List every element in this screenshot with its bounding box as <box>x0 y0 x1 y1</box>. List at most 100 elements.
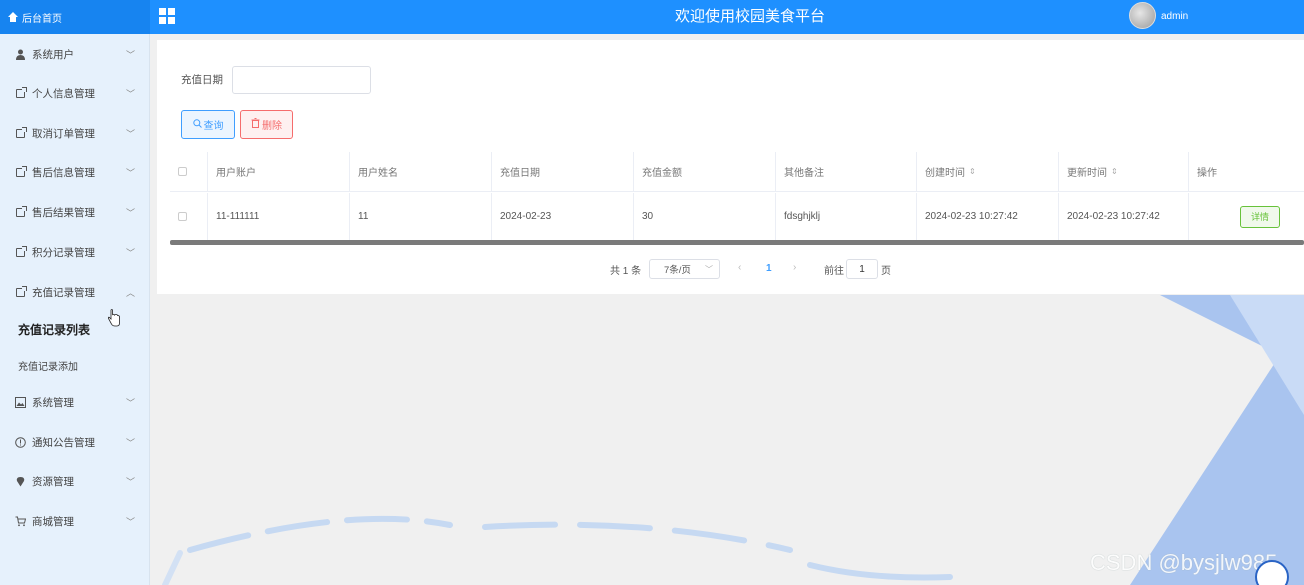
pagination-total: 共 1 条 <box>610 265 642 277</box>
hand-cursor-icon <box>107 309 120 327</box>
select-all-cell <box>170 152 208 191</box>
chevron-down-icon: ﹀ <box>125 438 135 448</box>
sidebar-item-aftersale-result[interactable]: 售后结果管理 ﹀ <box>0 197 150 227</box>
sidebar <box>0 34 150 585</box>
column-header-created[interactable]: 创建时间 ⇕ <box>917 152 1059 191</box>
cell-amount: 30 <box>634 193 776 240</box>
page-number-current[interactable]: 1 <box>766 263 772 274</box>
page-suffix-label: 页 <box>881 265 891 277</box>
column-header: 用户账户 <box>208 152 350 191</box>
row-select-cell <box>170 193 208 240</box>
goto-label: 前往 <box>824 265 844 277</box>
date-filter-label: 充值日期 <box>181 74 223 86</box>
cell-date: 2024-02-23 <box>492 193 634 240</box>
chevron-down-icon: ﹀ <box>125 129 135 139</box>
sidebar-item-label: 商城管理 <box>32 515 74 528</box>
sidebar-item-label: 系统管理 <box>32 396 74 409</box>
column-header-updated[interactable]: 更新时间 ⇕ <box>1059 152 1189 191</box>
sidebar-item-system-management[interactable]: 系统管理 ﹀ <box>0 387 150 417</box>
sort-icon[interactable]: ⇕ <box>969 167 976 176</box>
chevron-up-icon: ︿ <box>125 288 135 298</box>
sidebar-item-label: 售后结果管理 <box>32 206 95 219</box>
column-header: 充值金额 <box>634 152 776 191</box>
sidebar-item-cancel-orders[interactable]: 取消订单管理 ﹀ <box>0 118 150 148</box>
column-header: 充值日期 <box>492 152 634 191</box>
sidebar-item-resources[interactable]: 资源管理 ﹀ <box>0 466 150 496</box>
sidebar-item-label: 充值记录管理 <box>32 286 95 299</box>
avatar[interactable] <box>1129 2 1156 29</box>
sidebar-item-label: 资源管理 <box>32 475 74 488</box>
decorative-background <box>162 295 1304 585</box>
image-icon <box>15 396 26 408</box>
sort-icon[interactable]: ⇕ <box>1111 167 1118 176</box>
column-header-label: 更新时间 <box>1067 168 1107 179</box>
page-size-value: 7条/页 <box>664 265 691 276</box>
prev-page-button[interactable]: ‹ <box>738 262 741 273</box>
cell-updated: 2024-02-23 10:27:42 <box>1059 193 1189 240</box>
cell-created: 2024-02-23 10:27:42 <box>917 193 1059 240</box>
horizontal-scrollbar[interactable] <box>170 240 1304 245</box>
detail-button[interactable]: 详情 <box>1240 205 1280 228</box>
username[interactable]: admin <box>1161 0 1188 34</box>
sidebar-item-label: 系统用户 <box>32 48 74 61</box>
column-header: 操作 <box>1197 168 1217 179</box>
watermark-text: CSDN @bysjlw985 <box>1090 550 1278 575</box>
menu-grid-icon[interactable] <box>159 8 175 24</box>
sidebar-item-notices[interactable]: 通知公告管理 ﹀ <box>0 427 150 457</box>
chevron-down-icon: ﹀ <box>125 248 135 258</box>
sidebar-item-personal-info[interactable]: 个人信息管理 ﹀ <box>0 78 150 108</box>
cart-icon <box>15 516 26 527</box>
search-icon <box>192 118 202 131</box>
home-label: 后台首页 <box>22 13 62 25</box>
sidebar-item-aftersale-info[interactable]: 售后信息管理 ﹀ <box>0 157 150 187</box>
box-icon <box>15 86 27 99</box>
cell-actions: 详情 <box>1189 193 1304 240</box>
home-icon <box>8 12 18 22</box>
row-checkbox[interactable] <box>178 212 187 221</box>
sidebar-item-system-users[interactable]: 系统用户 ﹀ <box>0 39 150 69</box>
user-icon <box>15 49 26 60</box>
cell-account: 11-111111 <box>208 193 350 240</box>
date-filter-input[interactable] <box>232 66 371 94</box>
table-row: 11-111111 11 2024-02-23 30 fdsghjklj 202… <box>170 193 1304 240</box>
chevron-down-icon: ﹀ <box>125 517 135 527</box>
chevron-down-icon: ﹀ <box>125 89 135 99</box>
sidebar-item-label: 个人信息管理 <box>32 87 95 100</box>
column-header-label: 创建时间 <box>925 168 965 179</box>
sidebar-subitem-label: 充值记录列表 <box>18 322 91 337</box>
chevron-down-icon: ﹀ <box>705 265 713 274</box>
sidebar-subitem-label: 充值记录添加 <box>18 361 78 373</box>
location-icon <box>15 476 26 487</box>
recharge-table: 用户账户 用户姓名 充值日期 充值金额 其他备注 创建时间 ⇕ 更新时间 ⇕ 操作 … <box>170 152 1304 242</box>
chevron-down-icon: ﹀ <box>125 398 135 408</box>
page-title: 欢迎使用校园美食平台 <box>674 8 825 25</box>
home-link[interactable]: 后台首页 <box>0 0 150 34</box>
info-icon <box>15 436 26 448</box>
box-icon <box>15 205 27 218</box>
page-size-select[interactable]: 7条/页 ﹀ <box>649 259 720 279</box>
sidebar-item-label: 积分记录管理 <box>32 246 95 259</box>
delete-button[interactable]: 删除 <box>240 110 293 139</box>
column-header: 用户姓名 <box>350 152 492 191</box>
sidebar-item-recharge[interactable]: 充值记录管理 ︿ <box>0 277 150 307</box>
chevron-down-icon: ﹀ <box>125 208 135 218</box>
chevron-down-icon: ﹀ <box>125 168 135 178</box>
column-header: 其他备注 <box>776 152 917 191</box>
table-header: 用户账户 用户姓名 充值日期 充值金额 其他备注 创建时间 ⇕ 更新时间 ⇕ 操作 <box>170 152 1304 192</box>
sidebar-subitem-recharge-list[interactable]: 充值记录列表 <box>0 314 150 344</box>
select-all-checkbox[interactable] <box>178 167 187 176</box>
box-icon <box>15 165 27 178</box>
trash-icon <box>251 118 260 131</box>
next-page-button[interactable]: › <box>793 262 796 273</box>
cell-name: 11 <box>350 193 492 240</box>
chevron-down-icon: ﹀ <box>125 50 135 60</box>
sidebar-item-label: 通知公告管理 <box>32 436 95 449</box>
goto-page-input[interactable] <box>846 259 878 279</box>
query-button[interactable]: 查询 <box>181 110 235 139</box>
box-icon <box>15 285 27 298</box>
chevron-down-icon: ﹀ <box>125 477 135 487</box>
sidebar-item-points[interactable]: 积分记录管理 ﹀ <box>0 237 150 267</box>
sidebar-item-mall[interactable]: 商城管理 ﹀ <box>0 506 150 536</box>
cell-note: fdsghjklj <box>776 193 917 240</box>
sidebar-subitem-recharge-add[interactable]: 充值记录添加 <box>0 350 150 380</box>
